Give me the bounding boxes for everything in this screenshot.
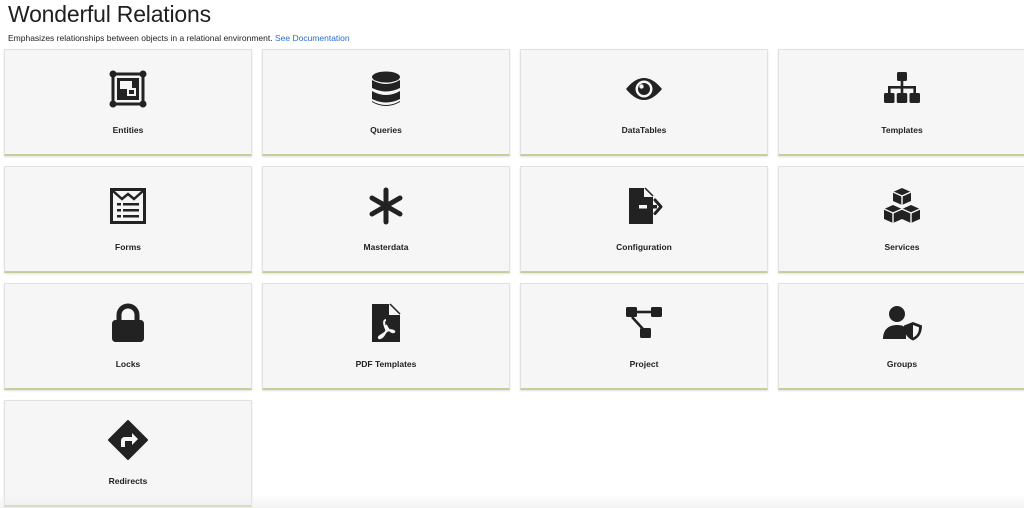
tile-entities[interactable]: Entities: [4, 49, 252, 156]
tile-queries[interactable]: Queries: [262, 49, 510, 156]
tile-label: Configuration: [616, 242, 672, 252]
description-text: Emphasizes relationships between objects…: [8, 33, 273, 43]
tile-grid: Entities Queries DataTables Templates Fo…: [4, 49, 1024, 507]
database-icon: [366, 69, 406, 109]
tile-label: Queries: [370, 125, 402, 135]
tile-label: Locks: [115, 359, 141, 369]
tile-label: Groups: [886, 359, 918, 369]
tile-label: DataTables: [621, 125, 667, 135]
eye-icon: [624, 69, 664, 109]
tile-label: Project: [629, 359, 659, 369]
sitemap-icon: [882, 69, 922, 109]
tile-masterdata[interactable]: Masterdata: [262, 166, 510, 273]
tile-datatables[interactable]: DataTables: [520, 49, 768, 156]
tile-label: Services: [884, 242, 920, 252]
tile-groups[interactable]: Groups: [778, 283, 1024, 390]
file-export-icon: [624, 186, 664, 226]
file-pdf-icon: [366, 303, 406, 343]
tile-templates[interactable]: Templates: [778, 49, 1024, 156]
tile-forms[interactable]: Forms: [4, 166, 252, 273]
entities-icon: [108, 69, 148, 109]
page-description: Emphasizes relationships between objects…: [8, 32, 350, 44]
lock-icon: [108, 303, 148, 343]
form-icon: [108, 186, 148, 226]
page: Wonderful Relations Emphasizes relations…: [0, 0, 1024, 508]
tile-label: Redirects: [108, 476, 148, 486]
tile-label: Entities: [112, 125, 144, 135]
page-title: Wonderful Relations: [8, 1, 211, 27]
tile-services[interactable]: Services: [778, 166, 1024, 273]
tile-redirects[interactable]: Redirects: [4, 400, 252, 507]
tile-configuration[interactable]: Configuration: [520, 166, 768, 273]
tile-pdf-templates[interactable]: PDF Templates: [262, 283, 510, 390]
tile-label: Forms: [115, 242, 141, 252]
bottom-fade: [0, 494, 1024, 508]
directions-icon: [108, 420, 148, 460]
user-shield-icon: [882, 303, 922, 343]
tile-locks[interactable]: Locks: [4, 283, 252, 390]
asterisk-icon: [366, 186, 406, 226]
tile-label: Masterdata: [363, 242, 409, 252]
tile-project[interactable]: Project: [520, 283, 768, 390]
diagram-project-icon: [624, 303, 664, 343]
see-documentation-link[interactable]: See Documentation: [275, 33, 350, 43]
tile-label: PDF Templates: [355, 359, 417, 369]
cubes-icon: [882, 186, 922, 226]
tile-label: Templates: [881, 125, 923, 135]
